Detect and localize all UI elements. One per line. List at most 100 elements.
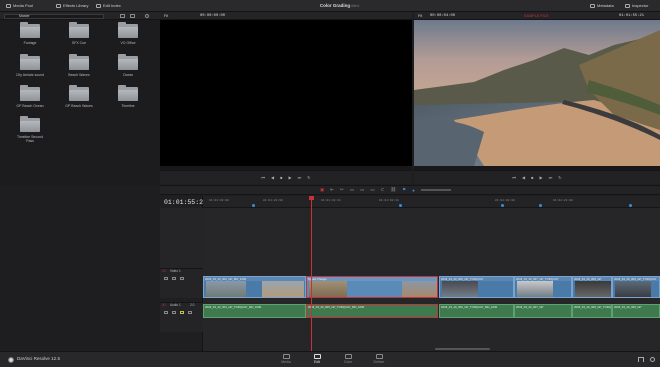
page-media[interactable]: Media	[272, 354, 300, 367]
timeline-scrubber[interactable]	[414, 166, 660, 170]
video-track-id: V1	[162, 269, 166, 273]
bin-folder[interactable]: Beach Waves	[64, 54, 94, 86]
timeline-marker[interactable]	[501, 204, 504, 207]
bin-folder[interactable]: Footage	[15, 22, 45, 54]
timeline-ruler[interactable]: 01:01:00:00 01:01:20:00 01:01:40:11 01:0…	[203, 196, 660, 208]
tab-label: Edit Index	[103, 3, 121, 8]
audio-clip[interactable]: 2018_03_20_007_GP	[514, 304, 572, 318]
jump-start-icon[interactable]: ⏮	[512, 175, 516, 180]
video-clip[interactable]: 2018_03_20_004_GP_MD_1000	[203, 276, 306, 298]
tab-media-pool[interactable]: Media Pool	[6, 2, 33, 10]
zoom-slider[interactable]	[420, 189, 451, 191]
loop-icon[interactable]: ↻	[307, 175, 310, 180]
bin-folder[interactable]: GP Beach Waves	[64, 85, 94, 117]
visibility-icon[interactable]	[180, 277, 184, 280]
bin-label: SFX Cue	[71, 41, 87, 45]
play-reverse-icon[interactable]: ◀	[522, 175, 525, 180]
link-icon[interactable]: ⛓	[390, 187, 396, 193]
play-icon[interactable]: ▶	[289, 175, 292, 180]
bin-folder[interactable]: GP Beach Ocean	[15, 85, 45, 117]
bin-selector[interactable]: Master	[4, 14, 104, 19]
bin-folder[interactable]: Timeline	[113, 85, 143, 117]
source-scrubber[interactable]	[160, 166, 412, 170]
video-clip[interactable]: 2018_03_20_008_GP	[572, 276, 612, 298]
video-clip[interactable]: 2018_03_20_007_GP_TORQUAY	[514, 276, 572, 298]
lock-icon[interactable]	[164, 277, 168, 280]
stop-icon[interactable]: ■	[280, 175, 282, 180]
bin-folder[interactable]: SFX Cue	[64, 22, 94, 54]
replace-icon[interactable]: ▭	[370, 187, 374, 193]
clip-thumbnail	[402, 281, 437, 297]
video-track-name: Video 1	[170, 269, 181, 273]
audio-clip-selected[interactable]: 2018_03_20_005_GP_TORQUAY_MD_1000	[306, 304, 438, 318]
folder-icon	[20, 85, 40, 101]
snapping-icon[interactable]: ⊂	[381, 187, 385, 193]
tab-edit-index[interactable]: Edit Index	[96, 2, 121, 10]
grid-view-icon[interactable]	[130, 14, 135, 18]
jump-end-icon[interactable]: ⏭	[549, 175, 553, 180]
page-edit[interactable]: Edit	[303, 354, 331, 367]
play-reverse-icon[interactable]: ◀	[271, 175, 274, 180]
timeline-scrollbar[interactable]	[435, 348, 490, 350]
video-clip[interactable]: 2018_03_20_006_GP_TORQUAY	[439, 276, 514, 298]
video-clip[interactable]: 2018_03_20_009_GP_TORQUAY	[612, 276, 660, 298]
page-label: Edit	[313, 360, 321, 364]
audio-clip[interactable]: 2018_03_20_009_GP	[612, 304, 660, 318]
timeline-marker[interactable]	[399, 204, 402, 207]
clip-thumbnail	[206, 281, 246, 297]
ruler-tick-label: 01:01:60:11	[379, 199, 399, 202]
solo-icon[interactable]	[180, 311, 184, 314]
audio-clip[interactable]: 2018_03_20_006_GP_TORQUAY_MD_1000	[439, 304, 514, 318]
clip-thumbnail	[575, 281, 611, 297]
loop-icon[interactable]: ↻	[558, 175, 561, 180]
selection-tool-icon[interactable]: ▣	[320, 187, 324, 193]
tab-metadata[interactable]: Metadata	[590, 2, 614, 10]
project-status: Edited	[348, 3, 360, 8]
playhead[interactable]	[311, 196, 312, 351]
timeline-viewer-zoom[interactable]: Fit	[418, 12, 422, 20]
audio-clip[interactable]: 2018_03_20_008_GP_TORQUAY	[572, 304, 612, 318]
bin-folder[interactable]: Timeline Second Pass	[15, 116, 45, 148]
bin-folder[interactable]: VO Office	[113, 22, 143, 54]
tab-effects-library[interactable]: Effects Library	[56, 2, 89, 10]
marker-icon[interactable]: ●	[412, 188, 415, 193]
tab-inspector[interactable]: Inspector	[625, 2, 648, 10]
timeline-marker[interactable]	[629, 204, 632, 207]
page-color[interactable]: Color	[334, 354, 362, 367]
overwrite-icon[interactable]: ▭	[360, 187, 364, 193]
blade-tool-icon[interactable]: ✂	[340, 187, 344, 193]
jump-end-icon[interactable]: ⏭	[298, 175, 302, 180]
play-icon[interactable]: ▶	[540, 175, 543, 180]
lock-icon[interactable]	[164, 311, 168, 314]
folder-icon	[69, 85, 89, 101]
page-deliver[interactable]: Deliver	[365, 354, 393, 367]
auto-select-icon[interactable]	[172, 277, 176, 280]
trim-tool-icon[interactable]: ⇤	[330, 187, 334, 193]
bin-folder[interactable]: Ocean	[113, 54, 143, 86]
search-icon[interactable]	[145, 14, 149, 18]
media-pool-bins: Footage SFX Cue VO Office City Aerials s…	[0, 20, 160, 185]
source-zoom[interactable]: Fit	[164, 12, 168, 20]
edit-toolbar: ▣ ⇤ ✂ ▭ ▭ ▭ ⊂ ⛓ ⚑ ●	[160, 185, 660, 195]
mute-icon[interactable]	[188, 311, 192, 314]
settings-gear-icon[interactable]	[650, 357, 655, 362]
stop-icon[interactable]: ■	[531, 175, 533, 180]
list-view-icon[interactable]	[120, 14, 125, 18]
bin-folder[interactable]: City Aerials sound	[15, 54, 45, 86]
auto-select-icon[interactable]	[172, 311, 176, 314]
inspector-icon	[625, 4, 630, 8]
timeline-marker[interactable]	[539, 204, 542, 207]
audio-clip[interactable]: 2018_03_20_004_GP_TORQUAY_MD_1000	[203, 304, 306, 318]
flag-icon[interactable]: ⚑	[402, 187, 406, 193]
video-clip-selected[interactable]: Speed Change	[306, 276, 438, 298]
folder-icon	[20, 22, 40, 38]
home-icon[interactable]	[638, 357, 644, 362]
timeline-marker[interactable]	[252, 204, 255, 207]
playhead-handle[interactable]	[309, 196, 314, 200]
timeline-area[interactable]: 01:01:00:00 01:01:20:00 01:01:40:11 01:0…	[203, 196, 660, 351]
source-viewer[interactable]	[160, 20, 412, 166]
timeline-viewer[interactable]	[414, 20, 660, 166]
jump-start-icon[interactable]: ⏮	[261, 175, 265, 180]
insert-icon[interactable]: ▭	[350, 187, 354, 193]
resolve-logo-icon	[8, 357, 14, 363]
